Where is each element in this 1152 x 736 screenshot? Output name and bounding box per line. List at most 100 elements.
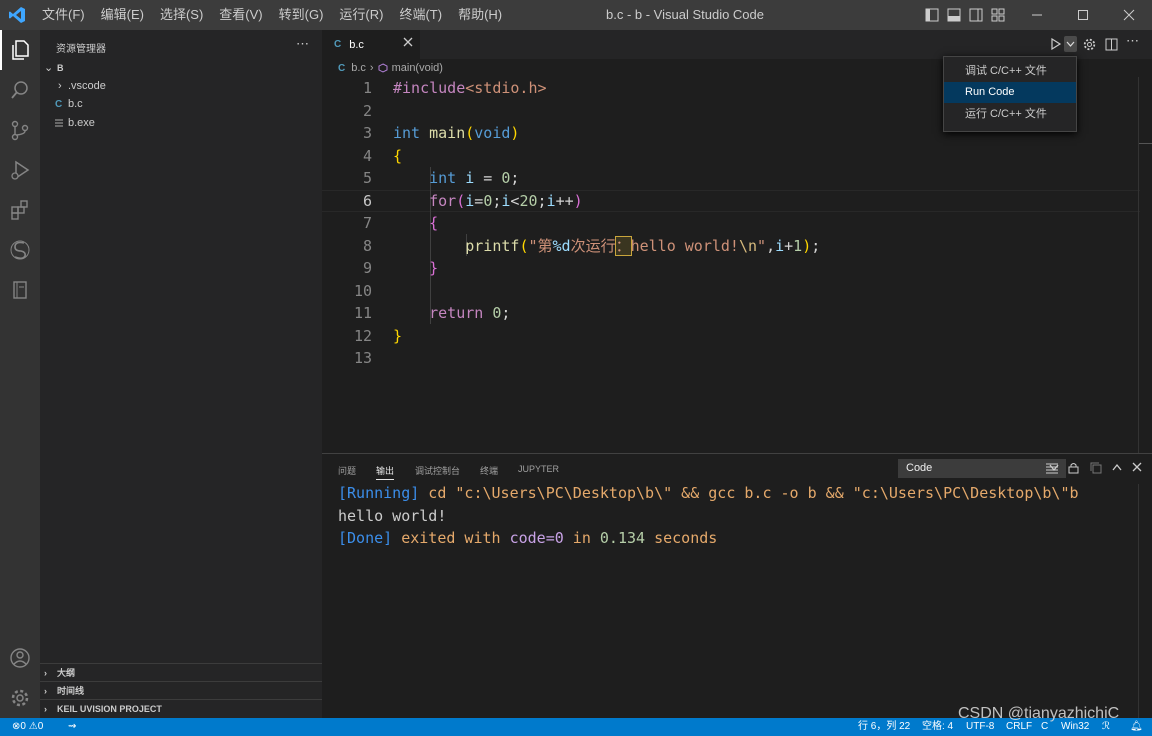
folder-label: B	[57, 63, 64, 73]
more-actions-icon[interactable]: ⋯	[296, 36, 309, 52]
toggle-sidebar-icon[interactable]	[924, 7, 940, 23]
run-dropdown-chevron-icon[interactable]	[1064, 36, 1077, 52]
tab-bc[interactable]: C b.c	[322, 30, 420, 59]
tree-item-bc[interactable]: C b.c	[40, 95, 322, 114]
cube-method-icon	[378, 63, 388, 73]
toggle-panel-icon[interactable]	[946, 7, 962, 23]
run-menu: 调试 C/C++ 文件 Run Code 运行 C/C++ 文件	[943, 56, 1077, 132]
folder-root[interactable]: ⌄ B	[40, 59, 322, 78]
chevron-right-icon: ›	[58, 80, 62, 92]
code-line: #include<stdio.h>	[393, 79, 547, 97]
scrollbar-track[interactable]	[1138, 77, 1139, 453]
warning-icon: ⚠	[28, 721, 38, 732]
menu-run[interactable]: 运行(R)	[331, 0, 391, 30]
customize-layout-icon[interactable]	[990, 7, 1006, 23]
chevron-right-icon: ›	[369, 62, 374, 74]
output-line-result: hello world!	[338, 507, 447, 525]
menu-item-run-c[interactable]: 运行 C/C++ 文件	[944, 104, 1076, 125]
tab-label: b.c	[349, 38, 364, 51]
close-icon[interactable]	[403, 37, 413, 47]
keil-extension-icon[interactable]	[0, 230, 40, 270]
c-file-icon: C	[334, 39, 342, 50]
code-line: {	[393, 146, 403, 165]
problems-status[interactable]: ⊗0 ⚠0	[12, 718, 43, 736]
indentation[interactable]: 空格: 4	[922, 718, 953, 736]
tab-problems[interactable]: 问题	[338, 464, 356, 480]
toggle-secondary-sidebar-icon[interactable]	[968, 7, 984, 23]
editor-more-icon[interactable]: ⋯	[1126, 33, 1139, 49]
line-number: 7	[362, 214, 372, 232]
code-line: return 0;	[429, 304, 511, 322]
run-debug-icon[interactable]	[0, 150, 40, 190]
lock-icon[interactable]	[1068, 462, 1079, 474]
line-number: 4	[362, 146, 372, 165]
notebook-icon[interactable]	[0, 270, 40, 310]
account-icon[interactable]	[0, 638, 40, 678]
copy-icon[interactable]	[1090, 462, 1102, 474]
line-number: 1	[362, 79, 372, 97]
line-number: 11	[353, 304, 372, 322]
split-editor-icon[interactable]	[1105, 38, 1118, 51]
title-bar: 文件(F) 编辑(E) 选择(S) 查看(V) 转到(G) 运行(R) 终端(T…	[0, 0, 1152, 30]
explorer-icon[interactable]	[0, 30, 40, 70]
menu-view[interactable]: 查看(V)	[211, 0, 270, 30]
line-number: 13	[353, 349, 372, 367]
menu-file[interactable]: 文件(F)	[34, 0, 93, 30]
live-share-icon[interactable]: ⇝	[68, 718, 76, 736]
overview-ruler	[1139, 143, 1152, 144]
output-channel-select[interactable]: Code	[898, 459, 1066, 478]
close-panel-icon[interactable]	[1132, 462, 1142, 472]
line-number: 2	[362, 101, 372, 120]
tree-item-label: b.c	[68, 98, 83, 110]
tab-output[interactable]: 输出	[376, 464, 395, 480]
line-number: 6	[362, 191, 372, 210]
menu-help[interactable]: 帮助(H)	[450, 0, 510, 30]
menu-selection[interactable]: 选择(S)	[152, 0, 211, 30]
maximize-icon[interactable]	[1060, 0, 1106, 30]
extensions-icon[interactable]	[0, 190, 40, 230]
timeline-section[interactable]: › 时间线	[40, 681, 322, 700]
menu-go[interactable]: 转到(G)	[271, 0, 332, 30]
code-line: for(i=0;i<20;i++)	[429, 191, 583, 210]
tree-item-bexe[interactable]: b.exe	[40, 114, 322, 133]
menu-terminal[interactable]: 终端(T)	[391, 0, 450, 30]
line-number: 12	[353, 326, 372, 345]
menu-edit[interactable]: 编辑(E)	[93, 0, 152, 30]
keil-project-section[interactable]: › KEIL UVISION PROJECT	[40, 699, 322, 718]
sidebar-title: 资源管理器	[56, 44, 106, 55]
file-icon	[55, 119, 63, 128]
line-number: 9	[362, 259, 372, 277]
settings-gear-icon[interactable]	[1083, 38, 1096, 51]
line-number: 3	[362, 124, 372, 142]
tab-jupyter[interactable]: JUPYTER	[518, 464, 559, 480]
maximize-panel-icon[interactable]	[1112, 463, 1122, 471]
tree-item-vscode[interactable]: › .vscode	[40, 77, 322, 96]
minimize-icon[interactable]	[1014, 0, 1060, 30]
search-icon[interactable]	[0, 70, 40, 110]
clear-output-icon[interactable]	[1046, 463, 1058, 474]
activity-bar	[0, 30, 40, 718]
breadcrumb-file[interactable]: b.c	[351, 62, 366, 74]
menu-item-debug-c[interactable]: 调试 C/C++ 文件	[944, 61, 1076, 82]
code-line: int i = 0;	[429, 169, 520, 187]
code-editor[interactable]: 1 2 3 4 5 6 7 8 9 10 11 12 13 #include<s…	[322, 77, 1152, 453]
window-title: b.c - b - Visual Studio Code	[605, 7, 764, 22]
vscode-logo-icon	[0, 0, 34, 30]
tab-debug-console[interactable]: 调试控制台	[415, 464, 460, 480]
breadcrumb-symbol[interactable]: main(void)	[392, 62, 443, 74]
output-line-running: [Running] cd "c:\Users\PC\Desktop\b\" &&…	[338, 484, 1079, 502]
cursor-position[interactable]: 行 6，列 22	[858, 718, 910, 736]
outline-section[interactable]: › 大纲	[40, 663, 322, 682]
panel-scrollbar[interactable]	[1138, 484, 1139, 718]
close-window-icon[interactable]	[1106, 0, 1152, 30]
manage-gear-icon[interactable]	[0, 678, 40, 718]
editor-tabs: C b.c ⋯	[322, 30, 1152, 59]
menu-item-run-code[interactable]: Run Code	[944, 82, 1076, 103]
run-code-play-icon[interactable]	[1050, 38, 1062, 50]
tree-item-label: .vscode	[68, 80, 106, 92]
bottom-panel: 问题 输出 调试控制台 终端 JUPYTER Code [Running] cd…	[322, 453, 1152, 718]
menu-bar: 文件(F) 编辑(E) 选择(S) 查看(V) 转到(G) 运行(R) 终端(T…	[34, 0, 510, 30]
tab-terminal[interactable]: 终端	[480, 464, 498, 480]
notifications-bell-icon[interactable]: 🔔︎	[1130, 718, 1143, 736]
source-control-icon[interactable]	[0, 110, 40, 150]
